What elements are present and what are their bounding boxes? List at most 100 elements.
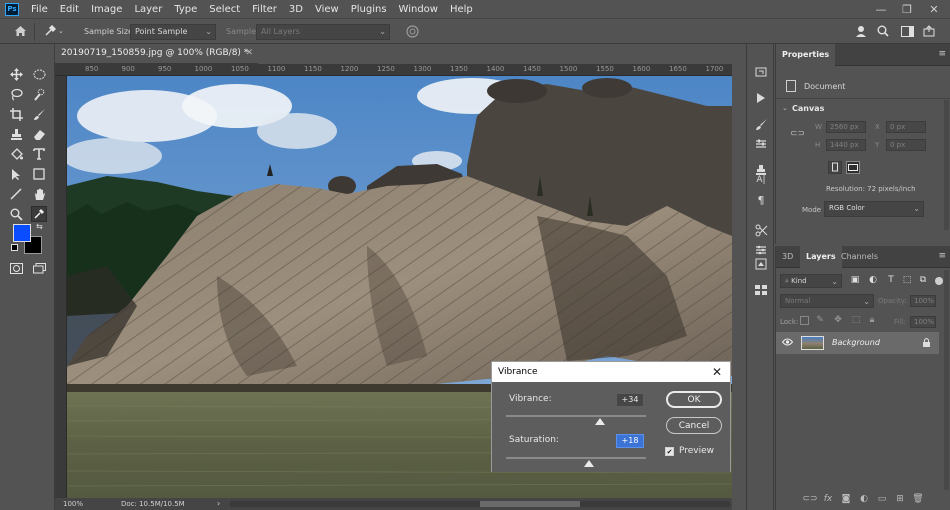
menu-select[interactable]: Select [203, 4, 246, 15]
zoom-tool-icon[interactable] [8, 206, 24, 222]
maximize-button[interactable]: ❐ [894, 0, 920, 18]
opacity-field[interactable]: 100% [910, 295, 936, 307]
y-field[interactable]: 0 px [886, 139, 926, 151]
new-group-icon[interactable]: ▭ [876, 493, 888, 505]
adjustment-layer-icon[interactable]: ◐ [858, 493, 870, 505]
swatches-icon[interactable] [753, 282, 769, 298]
vibrance-input[interactable]: +34 [616, 393, 644, 407]
filter-smart-object-icon[interactable]: ⧉ [917, 274, 929, 286]
preview-checkbox[interactable]: ✔ [665, 447, 674, 456]
vibrance-slider-thumb[interactable] [594, 418, 605, 425]
minimize-button[interactable]: — [868, 0, 894, 18]
layer-name[interactable]: Background [832, 338, 880, 347]
elliptical-marquee-tool-icon[interactable] [31, 66, 47, 82]
blend-mode-select[interactable]: Normal ⌄ [780, 294, 874, 308]
menu-filter[interactable]: Filter [246, 4, 283, 15]
saturation-input[interactable]: +18 [616, 434, 644, 448]
menu-plugins[interactable]: Plugins [345, 4, 393, 15]
home-icon[interactable] [12, 23, 28, 39]
history-icon[interactable] [753, 64, 769, 80]
sample-size-select[interactable]: Point Sample ⌄ [130, 24, 216, 40]
foreground-color-swatch[interactable] [13, 224, 31, 242]
panel-menu-icon[interactable]: ≡ [938, 251, 946, 261]
filter-toggle-icon[interactable] [935, 277, 943, 285]
mode-select[interactable]: RGB Color ⌄ [824, 201, 924, 217]
saturation-slider-thumb[interactable] [583, 460, 594, 467]
tool-presets-icon[interactable] [753, 222, 769, 238]
document-tab[interactable]: 20190719_150859.jpg @ 100% (RGB/8) * ✕ [55, 44, 258, 64]
new-layer-icon[interactable]: ⊞ [894, 493, 906, 505]
filter-type-icon[interactable]: T [885, 274, 897, 286]
status-arrow-icon[interactable]: › [217, 499, 220, 508]
line-tool-icon[interactable] [8, 186, 24, 202]
height-field[interactable]: 1440 px [826, 139, 866, 151]
clone-stamp-tool-icon[interactable] [8, 126, 24, 142]
scrollbar-thumb[interactable] [480, 501, 580, 507]
preset-chevron-icon[interactable]: ⌄ [58, 27, 64, 35]
properties-scrollbar[interactable] [944, 100, 949, 230]
close-dialog-button[interactable]: ✕ [710, 364, 724, 380]
menu-3d[interactable]: 3D [283, 4, 309, 15]
menu-file[interactable]: File [25, 4, 54, 15]
path-selection-tool-icon[interactable] [8, 166, 24, 182]
close-window-button[interactable]: ✕ [921, 0, 947, 18]
character-panel-icon[interactable]: A| [753, 172, 769, 188]
hand-tool-icon[interactable] [31, 186, 47, 202]
lock-transparent-icon[interactable] [800, 316, 809, 325]
layer-row-background[interactable]: Background [776, 332, 939, 354]
eraser-tool-icon[interactable] [31, 126, 47, 142]
rectangle-tool-icon[interactable] [31, 166, 47, 182]
menu-view[interactable]: View [309, 4, 345, 15]
close-document-icon[interactable]: ✕ [245, 48, 253, 58]
tab-channels[interactable]: Channels [835, 246, 884, 268]
search-icon[interactable] [875, 23, 891, 39]
saturation-slider-track[interactable] [506, 457, 646, 459]
paragraph-panel-icon[interactable]: ¶ [753, 192, 769, 208]
add-mask-icon[interactable]: ◙ [840, 493, 852, 505]
libraries-icon[interactable] [753, 256, 769, 272]
link-layers-icon[interactable]: ⊂⊃ [802, 493, 817, 505]
brush-tool-icon[interactable] [31, 106, 47, 122]
width-field[interactable]: 2560 px [826, 121, 866, 133]
lock-all-icon[interactable]: 🔒︎ [866, 314, 878, 326]
menu-image[interactable]: Image [85, 4, 128, 15]
menu-edit[interactable]: Edit [54, 4, 85, 15]
fill-field[interactable]: 100% [910, 316, 936, 328]
move-tool-icon[interactable] [8, 66, 24, 82]
eyedropper-tool-preset-icon[interactable] [42, 23, 58, 39]
canvas-section-chevron-icon[interactable]: ⌄ [782, 104, 788, 112]
filter-adjustment-icon[interactable]: ◐ [867, 274, 879, 286]
x-field[interactable]: 0 px [886, 121, 926, 133]
quick-selection-tool-icon[interactable] [31, 86, 47, 102]
canvas-section-title[interactable]: Canvas [792, 104, 824, 113]
menu-type[interactable]: Type [168, 4, 203, 15]
layer-locked-icon[interactable] [922, 337, 931, 351]
type-tool-icon[interactable] [31, 146, 47, 162]
tab-3d[interactable]: 3D [776, 246, 799, 268]
screen-mode-icon[interactable] [31, 260, 47, 276]
workspace-icon[interactable] [899, 23, 915, 39]
lasso-tool-icon[interactable] [8, 86, 24, 102]
share-user-icon[interactable] [853, 23, 869, 39]
sample-select[interactable]: All Layers ⌄ [256, 24, 390, 40]
delete-layer-icon[interactable]: 🗑︎ [912, 493, 924, 505]
panel-menu-icon[interactable]: ≡ [938, 49, 946, 59]
default-colors-icon[interactable] [11, 244, 18, 251]
share-icon[interactable] [921, 23, 937, 39]
play-action-icon[interactable] [753, 90, 769, 106]
paint-bucket-tool-icon[interactable] [8, 146, 24, 162]
portrait-orientation-icon[interactable] [828, 161, 842, 174]
menu-help[interactable]: Help [444, 4, 479, 15]
menu-window[interactable]: Window [393, 4, 444, 15]
landscape-orientation-icon[interactable] [846, 161, 860, 174]
menu-layer[interactable]: Layer [128, 4, 168, 15]
lock-artboard-icon[interactable]: ⬚ [850, 314, 862, 326]
crop-tool-icon[interactable] [8, 106, 24, 122]
vibrance-slider-track[interactable] [506, 415, 646, 417]
show-sampling-ring-icon[interactable] [404, 23, 420, 39]
quick-mask-icon[interactable] [8, 260, 24, 276]
layers-scrollbar[interactable] [944, 270, 949, 490]
link-dimensions-icon[interactable]: ⊂⊃ [790, 129, 805, 139]
adjustments-icon[interactable] [753, 136, 769, 152]
ok-button[interactable]: OK [666, 391, 722, 408]
